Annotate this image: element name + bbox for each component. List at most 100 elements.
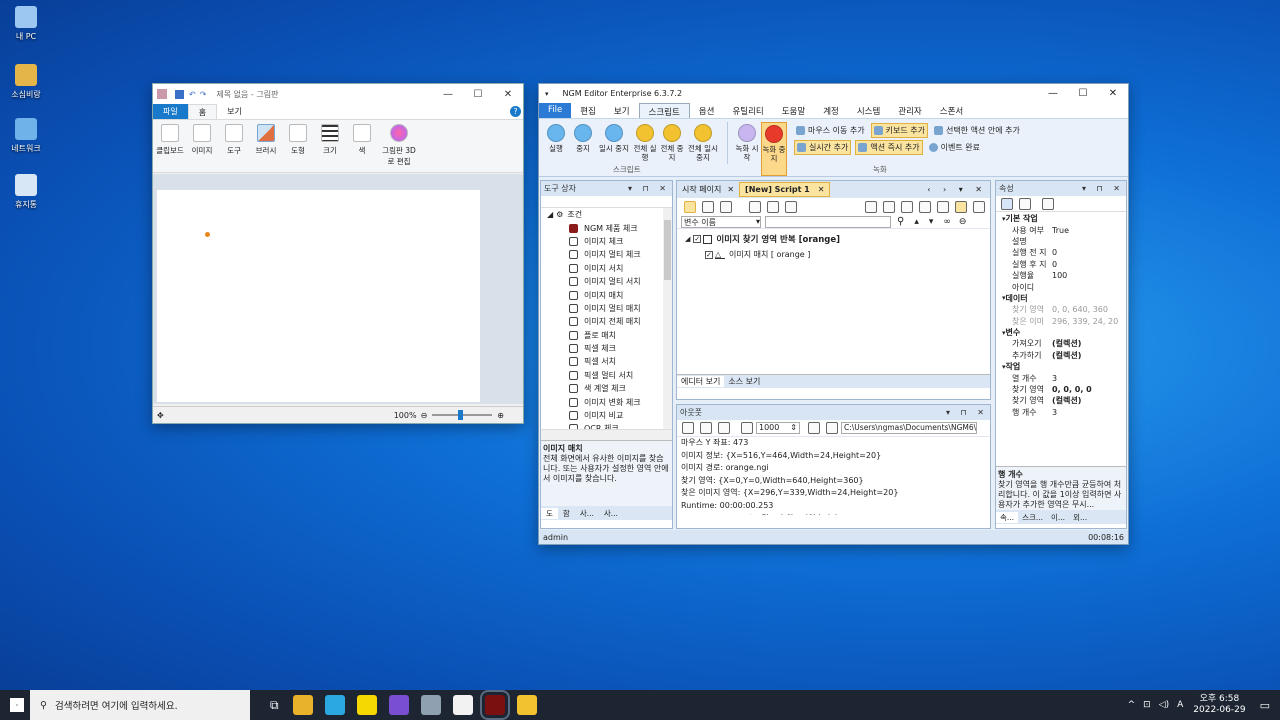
property-value[interactable]: 0, 0, 640, 360 (1048, 305, 1108, 314)
minimize-button[interactable]: — (1038, 88, 1068, 99)
property-pages-icon[interactable] (1042, 197, 1054, 210)
realtime-add-button[interactable]: 실시간 추가 (794, 140, 852, 155)
tab-script[interactable]: 스크... (1018, 512, 1047, 523)
help-icon[interactable]: ? (510, 106, 521, 117)
search-icon[interactable]: ⚲ (897, 216, 904, 227)
menu-edit[interactable]: 편집 (571, 103, 605, 118)
list-icon[interactable] (718, 422, 730, 434)
chrome-taskbar-icon[interactable] (292, 695, 313, 715)
folder-icon[interactable] (826, 422, 838, 434)
output-path-field[interactable]: C:\Users\ngmas\Documents\NGM6\ (841, 422, 977, 434)
property-row[interactable]: 실행율 100 (996, 270, 1126, 281)
image-button[interactable]: 이미지 (187, 124, 217, 168)
tray-expand-icon[interactable]: ^ (1128, 700, 1136, 710)
property-category[interactable]: ▾ 작업 (996, 361, 1126, 372)
save-icon[interactable] (808, 422, 820, 434)
tab-view[interactable]: 보기 (217, 104, 252, 119)
property-row[interactable]: 찾기 영역 0, 0, 640, 360 (996, 304, 1126, 315)
document-icon[interactable] (700, 422, 712, 434)
tab-file[interactable]: 파일 (153, 104, 188, 119)
property-value[interactable]: 3 (1048, 374, 1057, 383)
edit-icon[interactable] (865, 200, 877, 213)
tab-external[interactable]: 외... (1069, 512, 1091, 523)
checkbox-icon[interactable] (901, 200, 913, 213)
script-node-loop[interactable]: ◢ ✓ 이미지 찾기 영역 반복 [orange] (677, 233, 990, 245)
line-count-stepper[interactable]: 1000 ⇕ (756, 422, 800, 434)
eraser-icon[interactable] (741, 422, 753, 434)
property-value[interactable]: 100 (1048, 271, 1067, 280)
property-value[interactable]: (컬렉션) (1048, 395, 1081, 406)
tools-button[interactable]: 도구 (219, 124, 249, 168)
check-icon[interactable] (883, 200, 895, 213)
tools-icon[interactable] (682, 422, 694, 434)
pause-icon[interactable] (702, 200, 714, 213)
tab-user[interactable]: 사... (575, 508, 599, 519)
tree-node-conditions[interactable]: ◢ ⚙ 조건 (541, 208, 672, 221)
task-view-icon[interactable]: ⧉ (270, 698, 279, 713)
quick-access-icon[interactable]: ▾ (545, 90, 549, 98)
toolbox-item[interactable]: 이미지 변화 체크 (541, 395, 672, 408)
tab-function[interactable]: 함 (558, 508, 575, 519)
property-row[interactable]: 실행 후 지0 (996, 259, 1126, 270)
property-row[interactable]: 찾기 영역 (컬렉션) (996, 395, 1126, 406)
desktop-icon-this-pc[interactable]: 내 PC (6, 6, 46, 42)
toolbox-item[interactable]: 이미지 전체 매치 (541, 315, 672, 328)
monitor-icon[interactable] (973, 200, 985, 213)
more-icon[interactable]: ⊖ (959, 217, 967, 227)
zoom-in-button[interactable]: ⊕ (497, 411, 504, 420)
tab-home[interactable]: 홈 (187, 104, 218, 119)
next-icon[interactable] (785, 200, 797, 213)
panel-controls[interactable]: ▾ ⊓ ✕ (628, 184, 672, 193)
zoom-slider[interactable] (432, 410, 493, 420)
property-value[interactable]: 0, 0, 0, 0 (1048, 385, 1092, 394)
toolbox-item[interactable]: 이미지 서치 (541, 262, 672, 275)
menu-file[interactable]: File (539, 103, 572, 118)
property-category[interactable]: ▾ 변수 (996, 327, 1126, 338)
toolbox-item[interactable]: NGM 제품 체크 (541, 221, 672, 234)
notification-icon[interactable]: ▭ (1260, 699, 1270, 712)
explorer-taskbar-icon[interactable] (516, 695, 537, 715)
tree-icon[interactable] (955, 200, 967, 213)
paint-taskbar-icon[interactable] (452, 695, 473, 715)
tab-user-func[interactable]: 사... (599, 508, 623, 519)
edge-taskbar-icon[interactable] (324, 695, 345, 715)
record-icon[interactable] (767, 200, 779, 213)
close-icon[interactable]: ✕ (818, 185, 825, 194)
drawing-canvas[interactable] (157, 190, 480, 402)
menu-sponsor[interactable]: 스폰서 (931, 103, 972, 118)
toolbox-item[interactable]: 이미지 멀티 매치 (541, 302, 672, 315)
paint3d-button[interactable]: 그림판 3D로 편집 (379, 124, 419, 168)
stop-all-button[interactable]: 전체 중지 (659, 122, 685, 176)
record-start-button[interactable]: 녹화 시작 (734, 122, 760, 176)
app-taskbar-icon[interactable] (420, 695, 441, 715)
brush-button[interactable]: 브러시 (251, 124, 281, 168)
shapes-button[interactable]: 도형 (283, 124, 313, 168)
menu-options[interactable]: 옵션 (690, 103, 724, 118)
undo-icon[interactable]: ↶ (189, 90, 196, 99)
property-value[interactable]: (컬렉션) (1048, 350, 1081, 361)
property-row[interactable]: 추가하기 (컬렉션) (996, 350, 1126, 361)
delete-icon[interactable] (919, 200, 931, 213)
variable-name-select[interactable]: 변수 이름 ▾ (681, 215, 761, 228)
stepper-arrows-icon[interactable]: ⇕ (790, 423, 797, 433)
maximize-button[interactable]: ☐ (463, 89, 493, 100)
link-icon[interactable]: ∞ (943, 217, 951, 227)
variable-search-input[interactable] (765, 215, 891, 228)
property-row[interactable]: 열 개수 3 (996, 372, 1126, 383)
checkbox-checked[interactable]: ✓ (693, 235, 702, 243)
script-node-image-match[interactable]: ✓ △ 이미지 매치 [ orange ] (677, 249, 990, 260)
stop-icon[interactable] (720, 200, 732, 213)
step-icon[interactable] (749, 200, 761, 213)
property-row[interactable]: 찾기 영역 0, 0, 0, 0 (996, 384, 1126, 395)
menu-admin[interactable]: 관리자 (889, 103, 930, 118)
desktop-icon-folder[interactable]: 소심비랑 (6, 64, 46, 100)
arrow-down-icon[interactable]: ▾ (929, 217, 934, 227)
toolbox-item[interactable]: 색 계열 체크 (541, 382, 672, 395)
categorized-icon[interactable] (1001, 197, 1013, 210)
property-value[interactable]: 0 (1048, 248, 1057, 257)
toolbox-item[interactable]: 이미지 멀티 서치 (541, 275, 672, 288)
toolbox-scrollbar[interactable] (663, 208, 672, 429)
panel-controls[interactable]: ▾ ⊓ ✕ (946, 408, 990, 417)
tab-script-1[interactable]: [New] Script 1 ✕ (739, 182, 831, 197)
menu-system[interactable]: 시스템 (848, 103, 889, 118)
